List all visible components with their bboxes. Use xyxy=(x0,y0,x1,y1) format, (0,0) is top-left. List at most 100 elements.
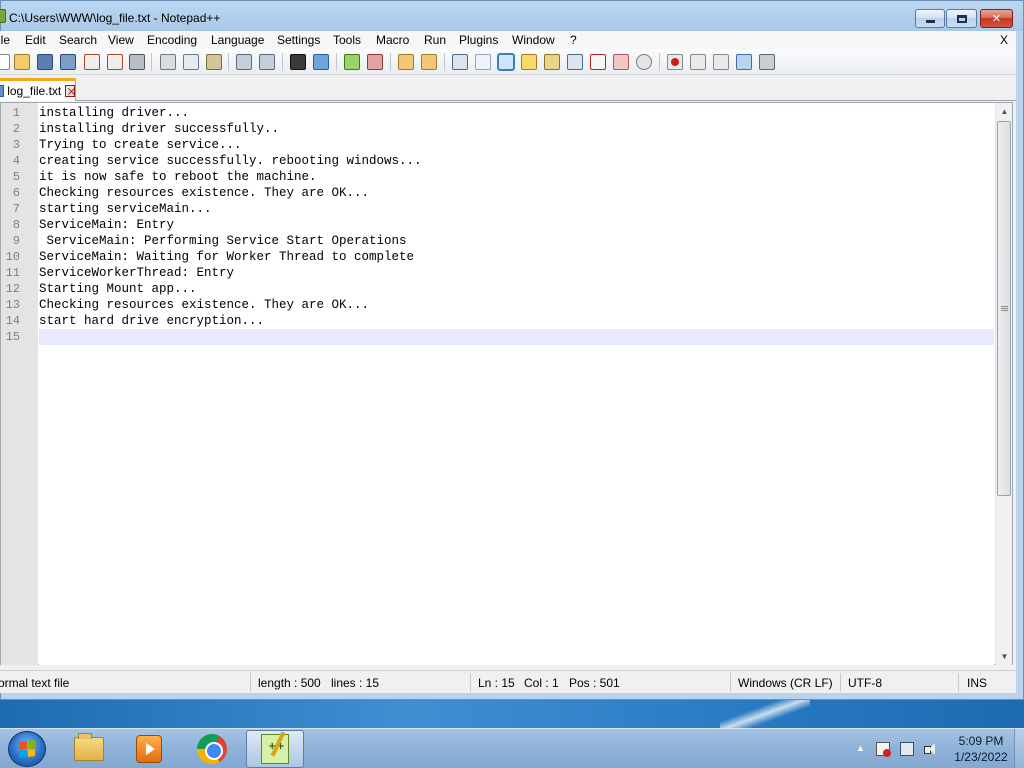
redo-icon[interactable] xyxy=(259,54,275,70)
find-icon[interactable] xyxy=(290,54,306,70)
code-line[interactable]: Starting Mount app... xyxy=(39,281,994,297)
code-line[interactable] xyxy=(39,329,994,345)
menu-file[interactable]: ile xyxy=(0,33,10,47)
new-file-icon[interactable] xyxy=(0,54,10,70)
taskbar-media-player[interactable] xyxy=(120,730,178,768)
monitoring-icon[interactable] xyxy=(636,54,652,70)
zoom-out-icon[interactable] xyxy=(367,54,383,70)
menu-search[interactable]: Search xyxy=(59,33,97,47)
vertical-scrollbar[interactable]: ▲ ▼ xyxy=(995,103,1012,665)
menu-encoding[interactable]: Encoding xyxy=(147,33,197,47)
tab-log-file[interactable]: log_file.txt xyxy=(0,78,76,101)
action-center-flag-icon[interactable] xyxy=(876,742,891,757)
chrome-icon xyxy=(197,734,227,764)
close-all-icon[interactable] xyxy=(107,54,123,70)
close-document-button[interactable]: X xyxy=(1000,33,1008,47)
play-macro-icon[interactable] xyxy=(713,54,729,70)
close-icon: ✕ xyxy=(991,13,1002,25)
menu-view[interactable]: View xyxy=(108,33,134,47)
title-bar[interactable]: C:\Users\WWW\log_file.txt - Notepad++ ✕ xyxy=(0,0,1024,32)
print-icon[interactable] xyxy=(129,54,145,70)
editor[interactable]: 1 2 3 4 5 6 7 8 9 10 11 12 13 14 15 installing driver.… xyxy=(0,102,1013,665)
line-number-gutter: 1 2 3 4 5 6 7 8 9 10 11 12 13 14 15 xyxy=(1,103,38,665)
paste-icon[interactable] xyxy=(206,54,222,70)
code-line[interactable]: it is now safe to reboot the machine. xyxy=(39,169,994,185)
open-folder-icon[interactable] xyxy=(613,54,629,70)
menu-help[interactable]: ? xyxy=(570,33,577,47)
indent-guide-icon[interactable] xyxy=(497,53,515,71)
volume-icon[interactable] xyxy=(924,742,938,756)
document-map-icon[interactable] xyxy=(521,54,537,70)
scroll-down-arrow-icon[interactable]: ▼ xyxy=(996,648,1013,665)
windows-explorer-icon xyxy=(74,733,104,761)
code-line[interactable]: ServiceMain: Waiting for Worker Thread t… xyxy=(39,249,994,265)
doc-switcher-icon[interactable] xyxy=(590,54,606,70)
record-macro-icon[interactable] xyxy=(667,54,683,70)
taskbar-chrome[interactable] xyxy=(183,730,241,768)
run-macro-multiple-icon[interactable] xyxy=(736,54,752,70)
minimize-button[interactable] xyxy=(915,9,945,28)
window-title: C:\Users\WWW\log_file.txt - Notepad++ xyxy=(9,11,221,25)
menu-plugins[interactable]: Plugins xyxy=(459,33,498,47)
status-encoding[interactable]: UTF-8 xyxy=(848,676,882,690)
folder-as-workspace-icon[interactable] xyxy=(567,54,583,70)
taskbar-notepad-plus-plus[interactable] xyxy=(246,730,304,768)
save-icon[interactable] xyxy=(37,54,53,70)
code-line[interactable]: ServiceWorkerThread: Entry xyxy=(39,265,994,281)
sync-vertical-icon[interactable] xyxy=(398,54,414,70)
status-eol-format[interactable]: Windows (CR LF) xyxy=(738,676,833,690)
media-player-icon xyxy=(136,735,162,763)
undo-icon[interactable] xyxy=(236,54,252,70)
status-insert-mode[interactable]: INS xyxy=(967,676,987,690)
save-macro-icon[interactable] xyxy=(759,54,775,70)
copy-icon[interactable] xyxy=(183,54,199,70)
menu-language[interactable]: Language xyxy=(211,33,264,47)
menu-settings[interactable]: Settings xyxy=(277,33,320,47)
toolbar-separator xyxy=(151,53,152,71)
code-line[interactable]: starting serviceMain... xyxy=(39,201,994,217)
taskbar-windows-explorer[interactable] xyxy=(60,730,118,768)
close-button[interactable]: ✕ xyxy=(980,9,1013,28)
line-number: 6 xyxy=(12,186,20,200)
text-area[interactable]: installing driver... installing driver su… xyxy=(39,103,994,665)
code-line[interactable]: ServiceMain: Entry xyxy=(39,217,994,233)
sync-horizontal-icon[interactable] xyxy=(421,54,437,70)
menu-run[interactable]: Run xyxy=(424,33,446,47)
stop-recording-icon[interactable] xyxy=(690,54,706,70)
code-line[interactable]: installing driver... xyxy=(39,105,994,121)
code-line[interactable]: Trying to create service... xyxy=(39,137,994,153)
open-file-icon[interactable] xyxy=(14,54,30,70)
show-desktop-button[interactable] xyxy=(1014,729,1024,768)
word-wrap-icon[interactable] xyxy=(452,54,468,70)
code-line[interactable]: ServiceMain: Performing Service Start Op… xyxy=(39,233,994,249)
zoom-in-icon[interactable] xyxy=(344,54,360,70)
status-divider xyxy=(840,673,841,692)
menu-macro[interactable]: Macro xyxy=(376,33,409,47)
menu-edit[interactable]: Edit xyxy=(25,33,46,47)
replace-icon[interactable] xyxy=(313,54,329,70)
menu-tools[interactable]: Tools xyxy=(333,33,361,47)
network-icon[interactable] xyxy=(900,742,914,756)
save-all-icon[interactable] xyxy=(60,54,76,70)
line-number: 12 xyxy=(5,282,20,296)
close-icon[interactable] xyxy=(84,54,100,70)
show-hidden-icons-icon[interactable]: ▲ xyxy=(856,743,865,753)
code-line[interactable]: start hard drive encryption... xyxy=(39,313,994,329)
code-line[interactable]: Checking resources existence. They are O… xyxy=(39,185,994,201)
menu-window[interactable]: Window xyxy=(512,33,555,47)
function-list-icon[interactable] xyxy=(544,54,560,70)
tab-close-icon[interactable] xyxy=(65,85,75,97)
wallpaper-streak xyxy=(720,700,810,728)
clock[interactable]: 5:09 PM 1/23/2022 xyxy=(946,733,1016,765)
cut-icon[interactable] xyxy=(160,54,176,70)
start-button[interactable] xyxy=(8,731,46,767)
scroll-up-arrow-icon[interactable]: ▲ xyxy=(996,103,1013,120)
scroll-thumb[interactable] xyxy=(997,121,1011,496)
code-line[interactable]: Checking resources existence. They are O… xyxy=(39,297,994,313)
maximize-button[interactable] xyxy=(946,9,977,28)
code-line[interactable]: creating service successfully. rebooting… xyxy=(39,153,994,169)
status-divider xyxy=(470,673,471,692)
code-line[interactable]: installing driver successfully.. xyxy=(39,121,994,137)
toolbar-separator xyxy=(228,53,229,71)
show-all-characters-icon[interactable] xyxy=(475,54,491,70)
